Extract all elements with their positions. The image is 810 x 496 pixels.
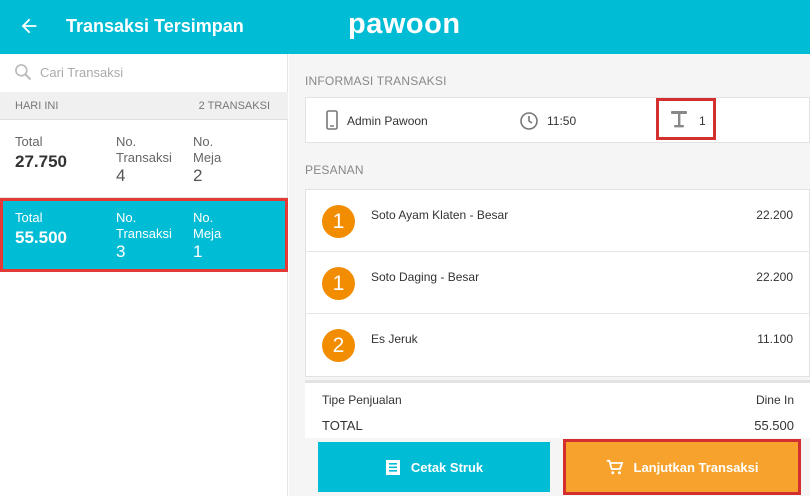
- top-app-bar: Transaksi Tersimpan pawoon: [0, 0, 810, 54]
- search-bar: [0, 54, 288, 90]
- day-group-header: HARI INI 2 TRANSAKSI: [0, 92, 288, 120]
- transaction-number-col: No. Transaksi 4: [116, 134, 186, 184]
- txn-label-line2: Transaksi: [116, 150, 172, 165]
- transaction-detail-panel: INFORMASI TRANSAKSI Admin Pawoon 11:50 1…: [289, 54, 810, 496]
- transaction-info-card: Admin Pawoon 11:50 1: [305, 97, 810, 143]
- search-input[interactable]: [40, 63, 270, 81]
- day-group-label: HARI INI: [15, 100, 59, 112]
- sale-type-value: Dine In: [755, 393, 794, 407]
- print-receipt-button[interactable]: Cetak Struk: [318, 442, 550, 492]
- receipt-icon: [385, 459, 400, 475]
- order-list: 1 Soto Ayam Klaten - Besar 22.200 1 Soto…: [305, 189, 810, 377]
- transaction-number-col: No. Transaksi 3: [116, 210, 186, 260]
- txn-number-value: 4: [116, 166, 126, 185]
- transaction-time: 11:50: [547, 114, 577, 128]
- quantity-badge: 2: [322, 329, 355, 362]
- total-label: TOTAL: [322, 418, 363, 433]
- item-name: Soto Daging - Besar: [371, 270, 480, 284]
- item-price: 11.100: [757, 332, 793, 346]
- page-title: Transaksi Tersimpan: [66, 16, 244, 36]
- quantity-badge: 1: [322, 205, 355, 238]
- table-label-line2: Meja: [193, 226, 222, 241]
- order-item[interactable]: 2 Es Jeruk 11.100: [306, 314, 810, 376]
- continue-transaction-button[interactable]: Lanjutkan Transaksi: [563, 439, 801, 495]
- order-item[interactable]: 1 Soto Daging - Besar 22.200: [306, 252, 810, 314]
- cart-icon: [606, 459, 623, 474]
- item-name: Soto Ayam Klaten - Besar: [371, 208, 509, 222]
- search-icon: [15, 64, 32, 81]
- sale-type-label: Tipe Penjualan: [322, 393, 402, 407]
- order-item[interactable]: 1 Soto Ayam Klaten - Besar 22.200: [306, 190, 810, 252]
- print-receipt-label: Cetak Struk: [410, 459, 484, 475]
- table-label-line2: Meja: [193, 150, 222, 165]
- transaction-item[interactable]: Total 27.750 No. Transaksi 4 No. Meja 2: [0, 122, 288, 198]
- total-value: 55.500: [754, 418, 794, 433]
- quantity-badge: 1: [322, 267, 355, 300]
- transaction-total-col: Total 55.500: [15, 210, 67, 246]
- table-number-highlight: 1: [656, 98, 716, 140]
- pawoon-logo: pawoon: [348, 8, 461, 40]
- clock-icon: [520, 112, 538, 130]
- item-price: 22.200: [756, 208, 793, 222]
- txn-label-line1: No.: [116, 134, 137, 149]
- table-icon: [671, 111, 687, 128]
- txn-number-value: 3: [116, 242, 126, 261]
- txn-label-line1: No.: [116, 210, 137, 225]
- table-number: 1: [699, 114, 706, 128]
- day-group-count: 2 TRANSAKSI: [198, 100, 270, 112]
- orders-section-label: PESANAN: [305, 163, 364, 177]
- table-number-value: 1: [193, 242, 203, 261]
- cashier-name: Admin Pawoon: [347, 114, 428, 128]
- info-section-label: INFORMASI TRANSAKSI: [305, 74, 447, 88]
- item-price: 22.200: [756, 270, 793, 284]
- order-summary: Tipe Penjualan Dine In TOTAL 55.500: [305, 380, 810, 438]
- table-number-col: No. Meja 2: [193, 134, 253, 184]
- sale-type-row: Tipe Penjualan Dine In: [322, 393, 794, 407]
- item-name: Es Jeruk: [371, 332, 418, 346]
- txn-label-line2: Transaksi: [116, 226, 172, 241]
- total-value: 27.750: [15, 152, 67, 171]
- total-row: TOTAL 55.500: [322, 418, 794, 433]
- table-number-value: 2: [193, 166, 203, 185]
- back-arrow-icon[interactable]: [18, 15, 40, 37]
- total-label: Total: [15, 134, 43, 149]
- transaction-list-panel: HARI INI 2 TRANSAKSI Total 27.750 No. Tr…: [0, 54, 288, 496]
- table-label-line1: No.: [193, 134, 214, 149]
- table-number-col: No. Meja 1: [193, 210, 253, 260]
- table-label-line1: No.: [193, 210, 214, 225]
- transaction-item-selected[interactable]: Total 55.500 No. Transaksi 3 No. Meja 1: [0, 198, 288, 272]
- total-label: Total: [15, 210, 43, 225]
- phone-icon: [326, 110, 338, 130]
- continue-transaction-label: Lanjutkan Transaksi: [633, 459, 759, 475]
- total-value: 55.500: [15, 228, 67, 247]
- transaction-total-col: Total 27.750: [15, 134, 67, 170]
